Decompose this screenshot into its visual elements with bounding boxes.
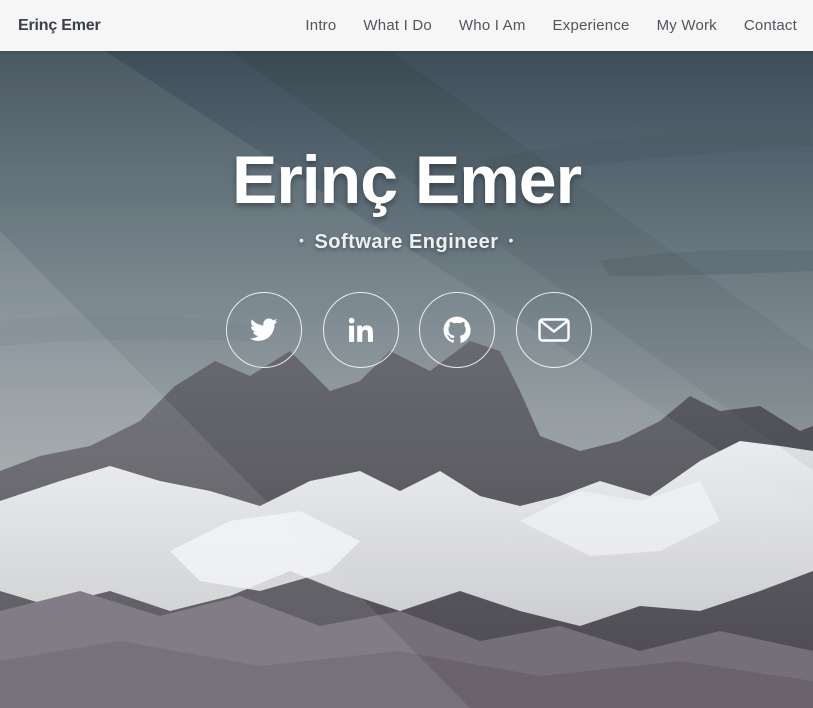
- social-links: [226, 292, 592, 368]
- hero-subtitle: • Software Engineer •: [0, 231, 813, 254]
- email-link[interactable]: [515, 292, 592, 368]
- nav-link-intro[interactable]: Intro: [305, 17, 336, 34]
- top-navbar: Erinç Emer Intro What I Do Who I Am Expe…: [0, 0, 813, 51]
- twitter-icon: [250, 318, 278, 341]
- nav-link-my-work[interactable]: My Work: [657, 17, 717, 34]
- hero-section: Erinç Emer • Software Engineer •: [0, 51, 813, 708]
- subtitle-separator-right: •: [508, 232, 514, 248]
- twitter-link[interactable]: [226, 292, 302, 368]
- brand-logo[interactable]: Erinç Emer: [18, 17, 101, 35]
- hero-title: Erinç Emer: [231, 142, 582, 218]
- nav-link-contact[interactable]: Contact: [744, 17, 797, 34]
- email-icon: [537, 318, 570, 342]
- nav-link-experience[interactable]: Experience: [553, 17, 630, 34]
- linkedin-link[interactable]: [322, 292, 399, 368]
- nav-link-who-i-am[interactable]: Who I Am: [459, 17, 526, 34]
- subtitle-text: Software Engineer: [314, 231, 499, 253]
- subtitle-separator-left: •: [299, 232, 305, 248]
- github-icon: [443, 316, 471, 343]
- github-link[interactable]: [419, 292, 495, 368]
- linkedin-icon: [348, 317, 373, 342]
- main-nav: Intro What I Do Who I Am Experience My W…: [278, 17, 797, 34]
- nav-link-what-i-do[interactable]: What I Do: [363, 17, 432, 34]
